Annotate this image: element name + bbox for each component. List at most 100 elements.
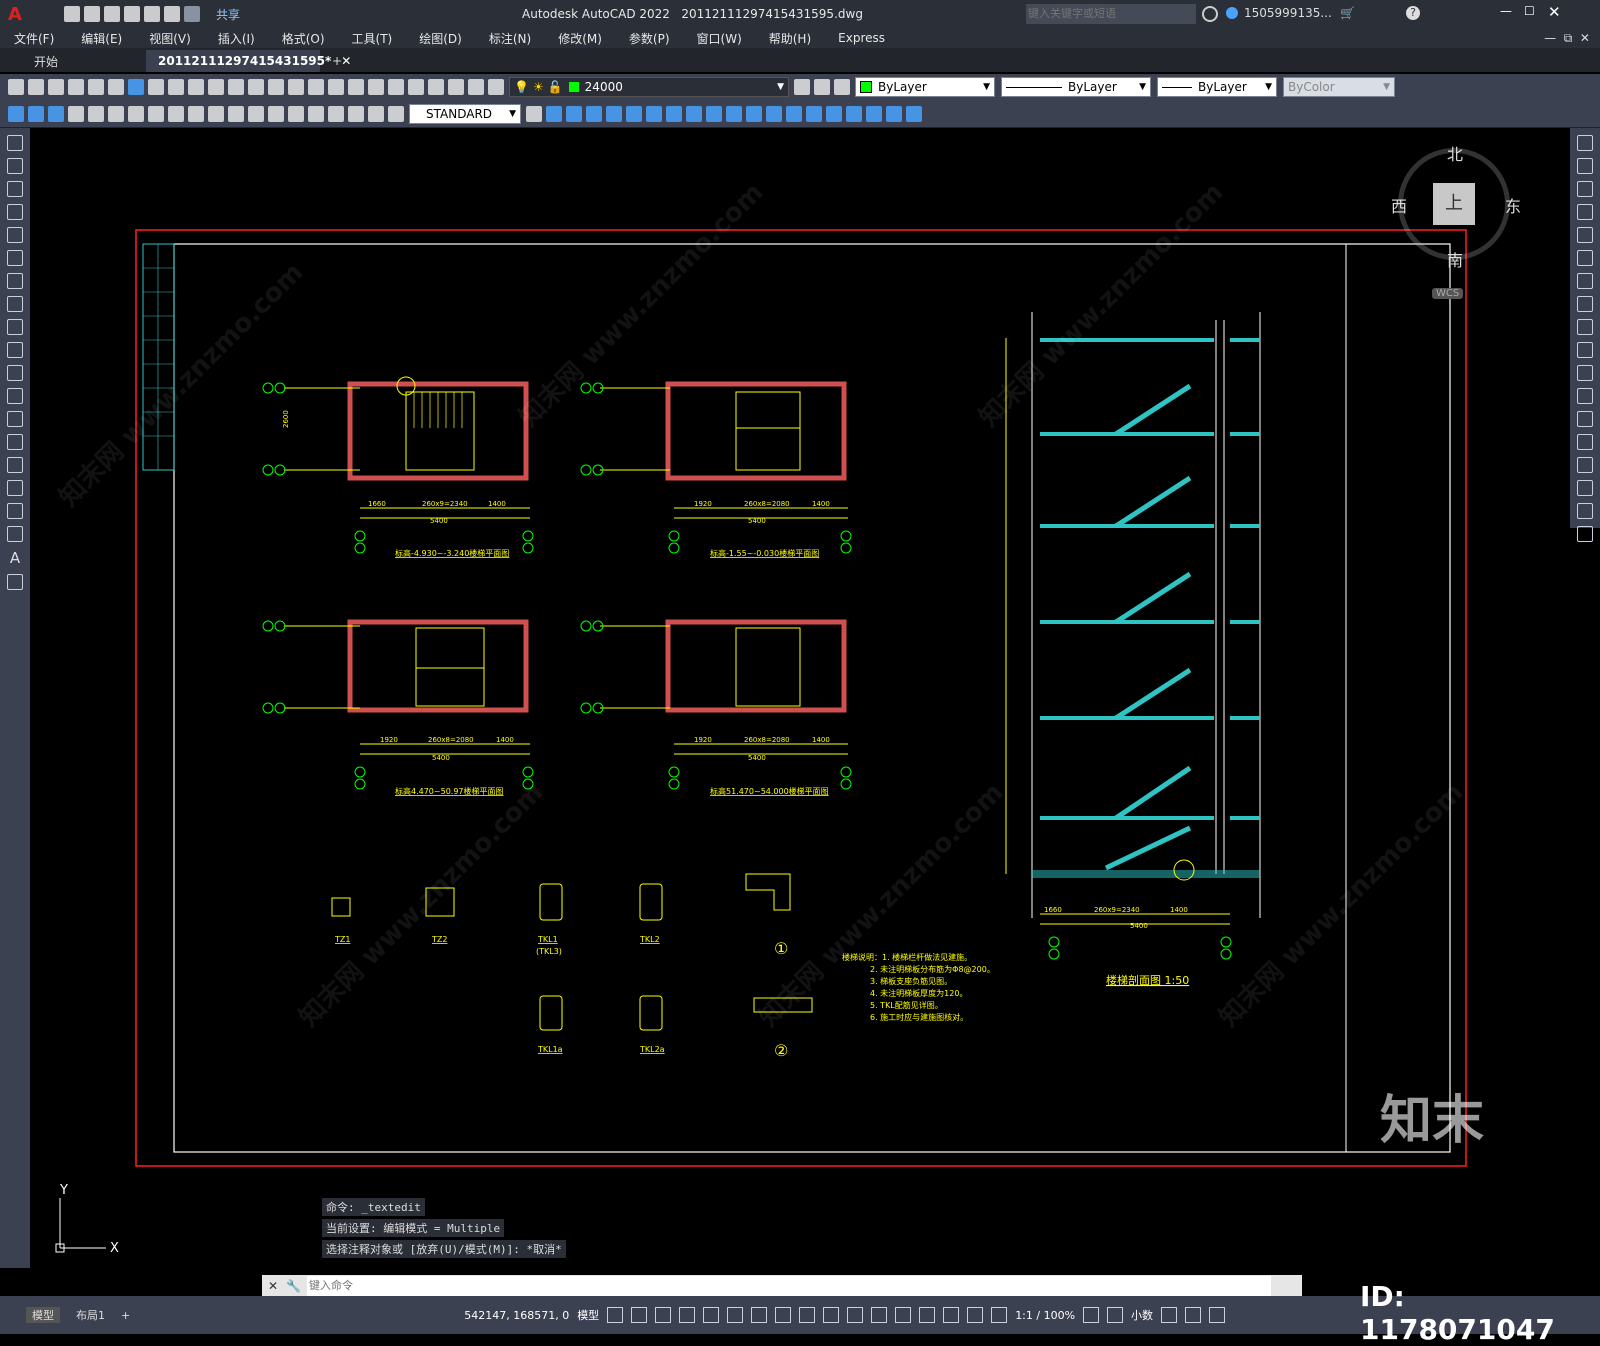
edit-spline-icon[interactable]: [886, 105, 902, 122]
dim-update-icon[interactable]: [388, 105, 404, 122]
explode-icon[interactable]: [846, 105, 862, 122]
rotate-tool-icon[interactable]: [1577, 273, 1593, 289]
hatch-icon[interactable]: [7, 457, 23, 473]
redo-icon[interactable]: [248, 79, 264, 95]
break-point-tool-icon[interactable]: [1577, 388, 1593, 404]
layer-properties-icon[interactable]: [488, 79, 504, 95]
coordinates-readout[interactable]: 542147, 168571, 0: [464, 1309, 569, 1322]
chevron-down-icon[interactable]: ▼: [1383, 82, 1390, 92]
dim-diameter-icon[interactable]: [128, 105, 144, 122]
autoscale-icon[interactable]: [991, 1307, 1008, 1323]
maximize-button[interactable]: ☐: [1524, 4, 1535, 18]
cart-icon[interactable]: 🛒: [1340, 6, 1355, 20]
preview-icon[interactable]: [88, 79, 104, 95]
scale-tool-icon[interactable]: [1577, 296, 1593, 312]
lineweight-dropdown[interactable]: ByLayer ▼: [1157, 77, 1277, 97]
dim-radius-icon[interactable]: [88, 105, 104, 122]
dim-ordinate-icon[interactable]: [68, 105, 84, 122]
layer-state-icon[interactable]: [834, 79, 850, 95]
close-window-button[interactable]: ✕: [1548, 3, 1561, 21]
dimstyle-dropdown[interactable]: STANDARD ▼: [409, 103, 521, 124]
close-command-icon[interactable]: ✕: [268, 1279, 278, 1293]
undo-icon[interactable]: [163, 6, 180, 22]
dim-break-icon[interactable]: [248, 105, 264, 122]
qnew-icon[interactable]: [8, 79, 24, 95]
search-icon[interactable]: [1202, 6, 1218, 22]
calculator-icon[interactable]: [448, 79, 464, 95]
sheetset-icon[interactable]: [408, 79, 424, 95]
menu-draw[interactable]: 绘图(D): [419, 30, 462, 47]
menu-format[interactable]: 格式(O): [282, 30, 325, 47]
gizmo-icon[interactable]: [943, 1307, 960, 1323]
snap-icon[interactable]: [631, 1307, 648, 1323]
mtext-icon[interactable]: A: [0, 549, 30, 567]
compass-south[interactable]: 南: [1447, 247, 1463, 271]
menu-parametric[interactable]: 参数(P): [629, 30, 670, 47]
move-icon[interactable]: [646, 105, 662, 122]
point-icon[interactable]: [7, 434, 23, 450]
fillet-tool-icon[interactable]: [1577, 480, 1593, 496]
cut-icon[interactable]: [148, 79, 164, 95]
stretch-tool-icon[interactable]: [1577, 319, 1593, 335]
annotation-monitor-icon[interactable]: [1107, 1307, 1124, 1323]
layer-dropdown[interactable]: 💡 ☀ 🔓 24000 ▼: [509, 77, 789, 97]
menu-express[interactable]: Express: [838, 31, 885, 45]
autocad-logo-icon[interactable]: A: [8, 4, 22, 25]
wrench-icon[interactable]: 🔧: [286, 1279, 301, 1293]
lineweight-icon[interactable]: [799, 1307, 816, 1323]
erase-tool-icon[interactable]: [1577, 135, 1593, 151]
color-dropdown[interactable]: ByLayer ▼: [855, 77, 995, 97]
dim-text-edit-icon[interactable]: [368, 105, 384, 122]
annotation-visibility-icon[interactable]: [967, 1307, 984, 1323]
insert-block-icon[interactable]: [7, 388, 23, 404]
scale-icon[interactable]: [686, 105, 702, 122]
extend-icon[interactable]: [746, 105, 762, 122]
compass-east[interactable]: 东: [1505, 193, 1521, 217]
edit-hatch-icon[interactable]: [906, 105, 922, 122]
redo-icon[interactable]: [183, 6, 200, 22]
wcs-menu[interactable]: WCS: [1432, 288, 1464, 299]
dim-space-icon[interactable]: [228, 105, 244, 122]
ortho-icon[interactable]: [679, 1307, 696, 1323]
quick-properties-icon[interactable]: [1161, 1307, 1178, 1323]
save-icon[interactable]: [103, 6, 120, 22]
gradient-icon[interactable]: [7, 480, 23, 496]
make-current-icon[interactable]: [794, 79, 810, 95]
zoom-previous-icon[interactable]: [328, 79, 344, 95]
menu-file[interactable]: 文件(F): [14, 30, 54, 47]
infer-constraints-icon[interactable]: [655, 1307, 672, 1323]
polyline-icon[interactable]: [7, 181, 23, 197]
chamfer-tool-icon[interactable]: [1577, 457, 1593, 473]
spline-icon[interactable]: [7, 319, 23, 335]
workspace-gear-icon[interactable]: [1083, 1307, 1100, 1323]
pan-icon[interactable]: [268, 79, 284, 95]
plot-icon[interactable]: [143, 6, 160, 22]
drawing-canvas[interactable]: 1660 260x9=2340 1400 5400 2600 标高-4.930~…: [30, 128, 1540, 1268]
dim-aligned-icon[interactable]: [28, 105, 44, 122]
trim-icon[interactable]: [726, 105, 742, 122]
markup-icon[interactable]: [428, 79, 444, 95]
zoom-window-icon[interactable]: [308, 79, 324, 95]
polygon-icon[interactable]: [7, 204, 23, 220]
tab-document[interactable]: 20112111297415431595* ✕: [146, 50, 351, 72]
new-file-icon[interactable]: [63, 6, 80, 22]
open-file-icon[interactable]: [83, 6, 100, 22]
erase-icon[interactable]: [546, 105, 562, 122]
compass-north[interactable]: 北: [1447, 141, 1463, 165]
offset-icon[interactable]: [606, 105, 622, 122]
arc-icon[interactable]: [7, 250, 23, 266]
mirror-tool-icon[interactable]: [1577, 181, 1593, 197]
lightbulb-icon[interactable]: 💡: [514, 80, 529, 94]
blend-tool-icon[interactable]: [1577, 503, 1593, 519]
region-icon[interactable]: [7, 503, 23, 519]
save-icon[interactable]: [48, 79, 64, 95]
osnap-icon[interactable]: [775, 1307, 792, 1323]
add-selected-icon[interactable]: [7, 574, 23, 590]
linetype-dropdown[interactable]: ByLayer ▼: [1001, 77, 1151, 97]
new-tab-button[interactable]: +: [320, 50, 354, 72]
isodraft-icon[interactable]: [727, 1307, 744, 1323]
move-tool-icon[interactable]: [1577, 250, 1593, 266]
trim-tool-icon[interactable]: [1577, 342, 1593, 358]
array-icon[interactable]: [626, 105, 642, 122]
line-icon[interactable]: [7, 135, 23, 151]
